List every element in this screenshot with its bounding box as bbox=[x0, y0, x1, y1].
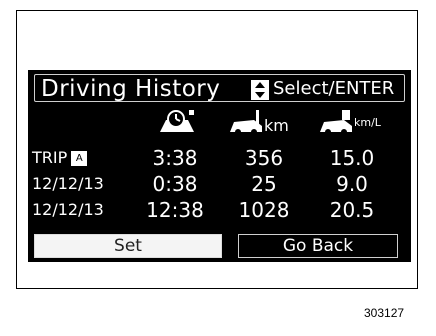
screen-title: Driving History bbox=[41, 76, 221, 102]
up-down-select-icon[interactable] bbox=[251, 80, 269, 100]
distance-value: 25 bbox=[251, 172, 277, 196]
row-label: TRIP A bbox=[32, 146, 88, 170]
economy-value: 9.0 bbox=[336, 172, 368, 196]
down-arrow-icon bbox=[255, 92, 265, 98]
economy-value: 15.0 bbox=[329, 146, 375, 170]
column-headers: km km/L bbox=[28, 108, 411, 138]
trip-badge: A bbox=[71, 151, 88, 166]
distance-car-icon bbox=[230, 110, 262, 135]
history-row[interactable]: TRIP A 3:38 356 15.0 bbox=[28, 146, 411, 170]
row-label: 12/12/13 bbox=[32, 174, 104, 193]
time-value: 12:38 bbox=[146, 198, 204, 222]
distance-value: 1028 bbox=[238, 198, 290, 222]
go-back-button[interactable]: Go Back bbox=[238, 234, 398, 258]
distance-value: 356 bbox=[244, 146, 284, 170]
title-bar: Driving History Select/ENTER bbox=[34, 74, 405, 102]
time-value: 3:38 bbox=[152, 146, 198, 170]
fuel-economy-car-icon bbox=[320, 110, 352, 135]
time-value: 0:38 bbox=[152, 172, 198, 196]
up-arrow-icon bbox=[255, 82, 265, 88]
history-row[interactable]: 12/12/13 12:38 1028 20.5 bbox=[28, 198, 411, 222]
select-enter-hint: Select/ENTER bbox=[273, 78, 395, 99]
driving-history-screen: Driving History Select/ENTER km km/L TRI… bbox=[28, 70, 411, 262]
economy-value: 20.5 bbox=[329, 198, 375, 222]
figure-code: 303127 bbox=[364, 306, 405, 320]
economy-unit: km/L bbox=[354, 116, 381, 129]
set-button[interactable]: Set bbox=[34, 234, 222, 258]
history-row[interactable]: 12/12/13 0:38 25 9.0 bbox=[28, 172, 411, 196]
clock-icon bbox=[160, 110, 194, 132]
row-label: 12/12/13 bbox=[32, 200, 104, 219]
distance-unit: km bbox=[264, 116, 289, 135]
